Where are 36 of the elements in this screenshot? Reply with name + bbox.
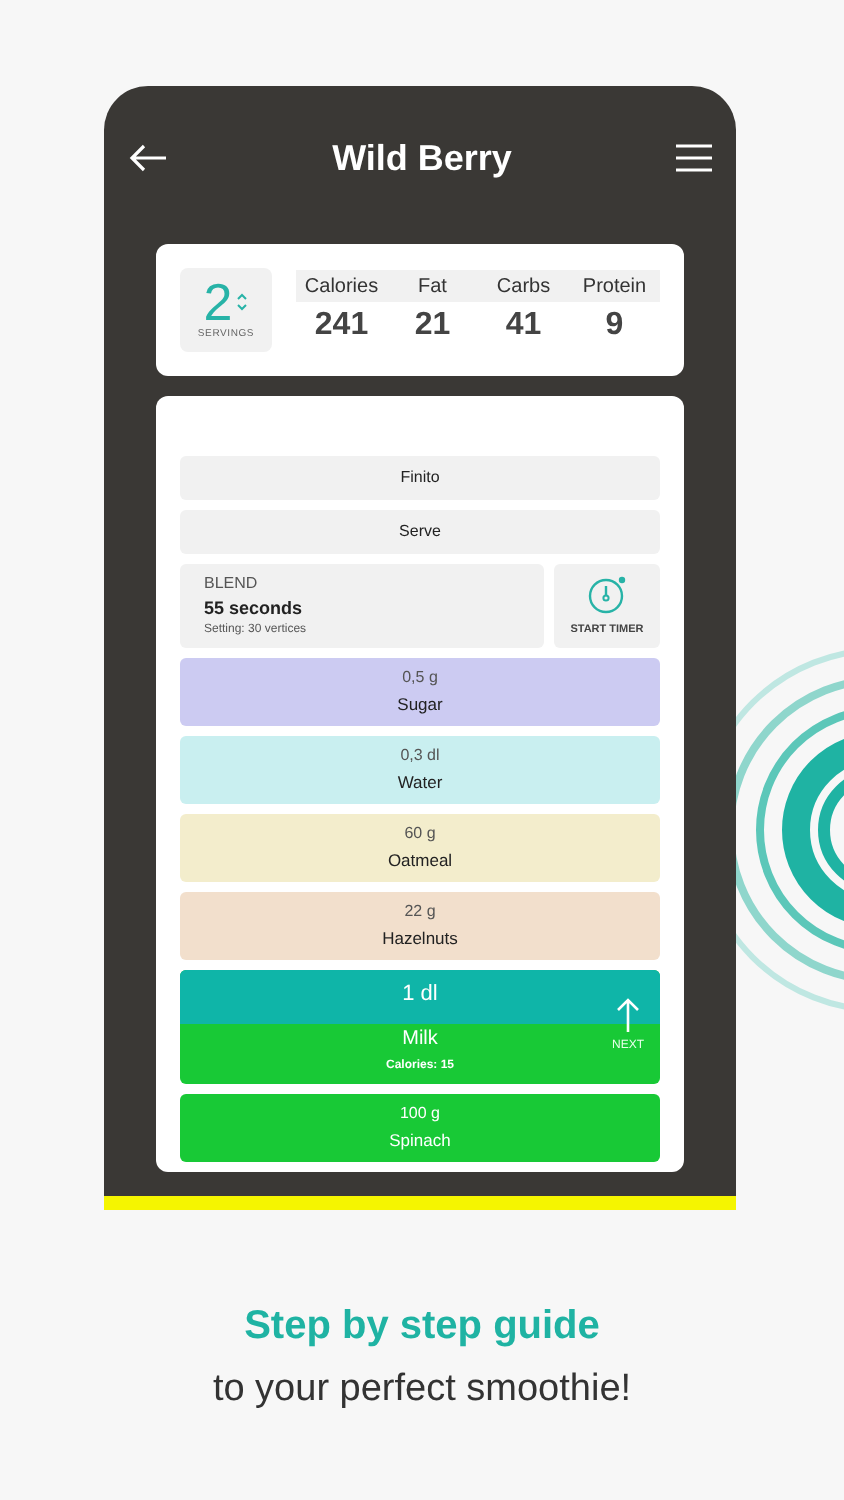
nutrient-label: Carbs (494, 273, 553, 301)
ingredient-step[interactable]: 60 g Oatmeal (180, 814, 660, 882)
ingredient-step[interactable]: 22 g Hazelnuts (180, 892, 660, 960)
back-arrow-icon[interactable] (128, 144, 168, 172)
ingredient-amount: 60 g (404, 822, 436, 847)
ingredient-name: Water (397, 770, 443, 796)
ingredient-amount: 0,5 g (402, 666, 438, 691)
nutrient-value: 241 (312, 306, 371, 346)
nutrient-value: 41 (503, 306, 544, 346)
ingredient-name: Spinach (389, 1128, 451, 1154)
ingredient-amount: 1 dl (402, 980, 438, 1011)
caption-headline: Step by step guide (244, 1302, 600, 1352)
ingredient-amount: 0,3 dl (400, 744, 440, 769)
ingredient-amount: 22 g (404, 900, 436, 925)
step-button[interactable]: Serve (180, 510, 660, 554)
up-arrow-icon (615, 998, 640, 1032)
ingredient-name: Sugar (397, 692, 443, 718)
nutrient-label: Protein (580, 273, 649, 301)
blend-duration: 55 seconds (204, 595, 305, 622)
nutrient-label: Calories (302, 273, 381, 301)
servings-value: 2 (203, 276, 233, 329)
ingredient-step[interactable]: 0,5 g Sugar (180, 658, 660, 726)
menu-icon[interactable] (675, 144, 712, 172)
stopwatch-icon (585, 573, 629, 614)
ingredient-amount: 100 g (399, 1102, 441, 1127)
caption-subline: to your perfect smoothie! (212, 1366, 632, 1414)
ingredient-name: Milk (402, 1025, 438, 1054)
ingredient-step[interactable]: 0,3 dl Water (180, 736, 660, 804)
ingredient-name: Oatmeal (387, 848, 453, 874)
nutrient-label: Fat (416, 273, 449, 301)
blend-title: BLEND (204, 571, 260, 596)
ingredient-name: Hazelnuts (382, 926, 458, 952)
screen-title: Wild Berry (332, 135, 512, 182)
step-button[interactable]: Finito (180, 456, 660, 500)
nutrient-value: 9 (603, 306, 626, 346)
nutrient-value: 21 (412, 306, 453, 346)
